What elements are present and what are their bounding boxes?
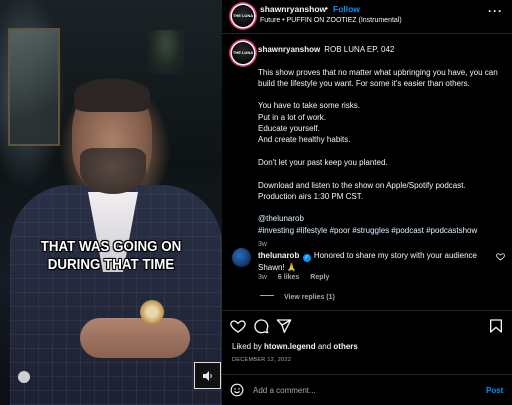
author-username[interactable]: shawnryanshow xyxy=(260,4,326,14)
post-date[interactable]: DECEMBER 12, 2022 xyxy=(232,357,291,363)
video-control-dot[interactable] xyxy=(12,365,36,389)
audio-track-link[interactable]: Future • PUFFIN ON ZOOTIEZ (Instrumental… xyxy=(260,17,402,24)
avatar-logo-text: THE LUNA xyxy=(232,13,254,18)
bookmark-icon[interactable] xyxy=(488,318,504,334)
caption-paragraph-3: Don't let your past keep you planted. xyxy=(258,157,388,167)
background-painting xyxy=(8,28,60,146)
caption-title: ROB LUNA EP. 042 xyxy=(324,45,395,54)
speaker-hands xyxy=(80,318,190,358)
post-caption: shawnryanshow ROB LUNA EP. 042 This show … xyxy=(258,44,506,250)
caption-username[interactable]: shawnryanshow xyxy=(258,45,320,54)
dot-icon xyxy=(18,371,30,383)
caption-line: Educate yourself. xyxy=(258,124,320,134)
speaker-beard xyxy=(80,148,146,194)
avatar-logo-text: THE LUNA xyxy=(232,50,254,55)
caption-paragraph-1: This show proves that no matter what upb… xyxy=(258,67,498,88)
follow-button[interactable]: Follow xyxy=(333,4,360,14)
caption-mention[interactable]: @thelunarob xyxy=(258,213,506,224)
verified-icon: ✓ xyxy=(302,254,311,262)
comment-username[interactable]: thelunarob xyxy=(258,251,299,260)
comment: thelunarob ✓ Honored to share my story w… xyxy=(258,250,490,274)
caption-hashtags[interactable]: #investing #lifestyle #poor #struggles #… xyxy=(258,225,506,236)
caption-line: Download and listen to the show on Apple… xyxy=(258,180,466,190)
comment-age[interactable]: 3w xyxy=(258,274,267,281)
comment-input[interactable]: Add a comment... xyxy=(253,386,316,395)
sound-icon xyxy=(202,370,212,381)
mute-button[interactable] xyxy=(194,362,221,389)
liked-by-user[interactable]: htown.legend xyxy=(264,342,316,351)
liked-by-others[interactable]: others xyxy=(333,342,357,351)
post-header: THE LUNA shawnryanshow • Follow Future •… xyxy=(222,0,512,34)
video-subtitle-line-1: THAT WAS GOING ON xyxy=(40,239,182,255)
divider xyxy=(222,374,512,375)
divider xyxy=(260,295,274,296)
share-icon[interactable] xyxy=(276,318,292,334)
divider xyxy=(222,310,512,311)
view-replies-label: View replies (1) xyxy=(284,294,335,301)
speaker-hair xyxy=(74,78,150,112)
caption-line: And create healthy habits. xyxy=(258,135,351,145)
instagram-post-modal: THAT WAS GOING ON DURING THAT TIME THE L… xyxy=(0,0,512,405)
speaker-watch xyxy=(140,300,164,324)
author-avatar[interactable]: THE LUNA xyxy=(232,5,254,27)
caption-age[interactable]: 3w xyxy=(258,239,506,250)
post-video[interactable]: THAT WAS GOING ON DURING THAT TIME xyxy=(0,0,222,405)
commenter-avatar[interactable] xyxy=(232,248,251,267)
more-icon[interactable]: ··· xyxy=(488,4,503,18)
liked-by-and: and xyxy=(315,342,334,351)
liked-by-summary: Liked by htown.legend and others xyxy=(232,342,358,351)
liked-by-prefix: Liked by xyxy=(232,342,265,351)
comment-likes[interactable]: 6 likes xyxy=(278,274,299,281)
caption-line: Put in a lot of work. xyxy=(258,112,327,122)
comment-meta: 3w 6 likes Reply xyxy=(258,274,338,281)
post-button[interactable]: Post xyxy=(486,386,503,395)
heart-icon[interactable] xyxy=(230,318,246,334)
reply-button[interactable]: Reply xyxy=(310,274,329,281)
header-separator: • xyxy=(325,3,328,13)
emoji-icon[interactable] xyxy=(230,383,244,397)
view-replies-button[interactable]: View replies (1) xyxy=(260,294,335,301)
caption-line: You have to take some risks. xyxy=(258,101,360,111)
comment-icon[interactable] xyxy=(253,318,269,334)
caption-avatar[interactable]: THE LUNA xyxy=(232,42,254,64)
heart-icon[interactable] xyxy=(496,252,505,261)
background-lamp xyxy=(148,30,184,74)
post-details-panel: THE LUNA shawnryanshow • Follow Future •… xyxy=(222,0,512,405)
video-subtitle-line-2: DURING THAT TIME xyxy=(47,257,175,273)
caption-line: Production airs 1:30 PM CST. xyxy=(258,191,363,201)
